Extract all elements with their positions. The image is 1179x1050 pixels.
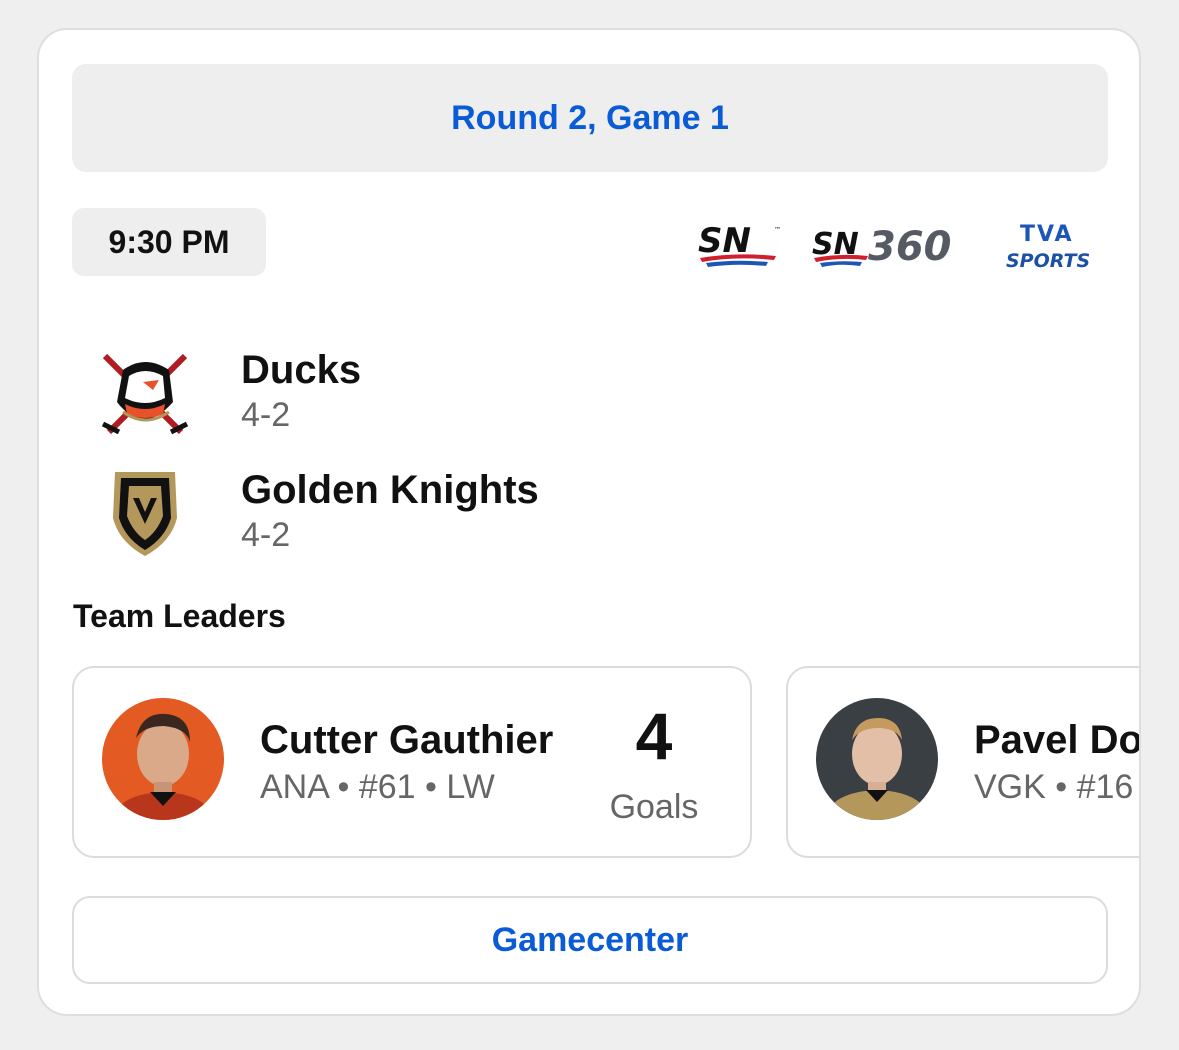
game-time: 9:30 PM bbox=[72, 208, 266, 276]
team-leaders-title: Team Leaders bbox=[73, 598, 286, 634]
team-record: 4-2 bbox=[241, 516, 291, 554]
game-card: Round 2, Game 1 9:30 PM SN ™ SN 360 TVA … bbox=[37, 28, 1141, 1016]
stat-label: Goals bbox=[609, 788, 699, 826]
team-record: 4-2 bbox=[241, 396, 291, 434]
player-avatar bbox=[102, 698, 224, 820]
player-meta: ANA • #61 • LW bbox=[260, 768, 495, 806]
sn360-logo-icon[interactable]: SN 360 bbox=[810, 222, 980, 272]
tva-sports-logo-icon[interactable]: TVA SPORTS bbox=[1006, 221, 1106, 273]
leader-card[interactable]: Pavel Do VGK • #16 bbox=[786, 666, 1141, 858]
broadcasters: SN ™ SN 360 TVA SPORTS bbox=[696, 212, 1106, 282]
player-name: Pavel Do bbox=[974, 718, 1141, 762]
team-row-ducks[interactable]: Ducks 4-2 bbox=[99, 348, 799, 448]
svg-text:™: ™ bbox=[774, 226, 781, 234]
svg-text:360: 360 bbox=[868, 224, 952, 270]
stat-value: 4 bbox=[635, 699, 673, 773]
ducks-logo-icon bbox=[101, 353, 189, 435]
sn-logo-icon[interactable]: SN ™ bbox=[696, 222, 784, 272]
svg-text:SPORTS: SPORTS bbox=[1006, 250, 1090, 272]
player-avatar bbox=[816, 698, 938, 820]
player-meta: VGK • #16 bbox=[974, 768, 1134, 806]
player-name: Cutter Gauthier bbox=[260, 718, 554, 762]
team-name: Ducks bbox=[241, 348, 362, 392]
leader-card[interactable]: Cutter Gauthier ANA • #61 • LW 4 Goals bbox=[72, 666, 752, 858]
team-name: Golden Knights bbox=[241, 468, 539, 512]
golden-knights-logo-icon bbox=[113, 472, 177, 556]
team-row-golden-knights[interactable]: Golden Knights 4-2 bbox=[99, 468, 799, 568]
svg-text:TVA: TVA bbox=[1020, 222, 1074, 247]
round-banner[interactable]: Round 2, Game 1 bbox=[72, 64, 1108, 172]
gamecenter-button[interactable]: Gamecenter bbox=[72, 896, 1108, 984]
